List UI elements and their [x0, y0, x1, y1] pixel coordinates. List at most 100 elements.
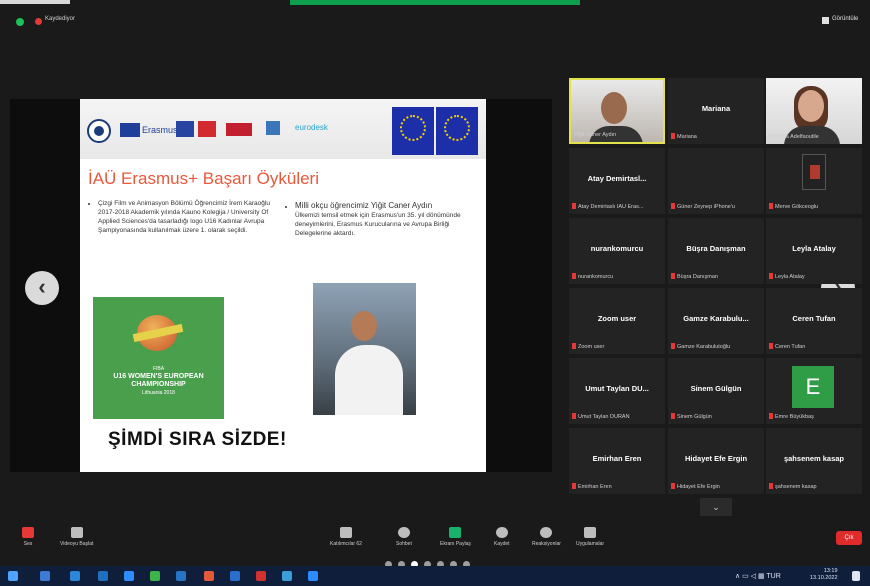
participant-tile[interactable]: Gamze Karabulu... Gamze Karabulutoğlu	[668, 288, 764, 354]
grid-view-icon[interactable]	[822, 17, 829, 24]
clock[interactable]: 13:19 13.10.2022	[810, 568, 838, 582]
participant-tile[interactable]: Mariana Adelfaoutile	[766, 78, 862, 144]
taskbar-app-icon[interactable]	[204, 571, 214, 581]
record-button[interactable]: Kaydet	[494, 527, 510, 547]
partner-logo-blue	[176, 121, 194, 137]
participant-caption: Emirhan Eren	[572, 483, 612, 490]
apps-button[interactable]: Uygulamalar	[576, 527, 604, 547]
participants-button[interactable]: Katılımcılar 62	[330, 527, 362, 547]
participant-tile[interactable]: Ceren Tufan Ceren Tufan	[766, 288, 862, 354]
shield-icon[interactable]	[16, 18, 24, 26]
record-icon	[35, 18, 42, 25]
taskbar-app-icon[interactable]	[40, 571, 50, 581]
participant-tile[interactable]: Emirhan Eren Emirhan Eren	[569, 428, 665, 494]
taskbar-app-icon[interactable]	[98, 571, 108, 581]
share-screen-icon	[449, 527, 462, 538]
meeting-toolbar: Ses Videoyu Başlat Katılımcılar 62 Sohbe…	[0, 523, 870, 568]
participant-tile[interactable]: Mariana Mariana	[668, 78, 764, 144]
partner-logo-red-2	[226, 123, 252, 136]
participant-caption-text: Atay Demirtaslı IAU Eras...	[578, 204, 644, 210]
slide-slogan: ŞİMDİ SIRA SİZDE!	[108, 429, 287, 450]
participant-name: Zoom user	[597, 314, 637, 323]
avatar: E	[792, 366, 834, 408]
video-person-face	[798, 90, 824, 122]
taskbar-app-icon[interactable]	[282, 571, 292, 581]
taskbar-app-icon[interactable]	[150, 571, 160, 581]
mic-muted-icon	[769, 483, 773, 489]
participant-tile[interactable]: Güner Zeynep iPhone'u	[668, 148, 764, 214]
notification-icon[interactable]	[852, 571, 860, 581]
mute-label: Ses	[23, 541, 33, 547]
participants-count: 62	[356, 541, 362, 547]
screen-share-indicator[interactable]	[290, 0, 580, 5]
recording-label: Kaydediyor	[45, 16, 76, 22]
participant-caption-text: Gamze Karabulutoğlu	[677, 344, 731, 350]
mute-button[interactable]: Ses	[22, 527, 34, 547]
participant-tile[interactable]: Hidayet Efe Ergin Hidayet Efe Ergin	[668, 428, 764, 494]
participant-tile[interactable]: Sinem Gülgün Sinem Gülgün	[668, 358, 764, 424]
participant-tile[interactable]: Merve Gökceoglu	[766, 148, 862, 214]
taskbar-app-icon[interactable]	[70, 571, 80, 581]
fiba-line-2: U16 WOMEN'S EUROPEAN	[113, 373, 204, 380]
participant-tile[interactable]: nurankomurcu nurankomurcu	[569, 218, 665, 284]
taskbar-app-icon[interactable]	[176, 571, 186, 581]
apps-icon	[584, 527, 597, 538]
chat-label: Sohbet	[396, 541, 412, 547]
share-screen-button[interactable]: Ekranı Paylaş	[440, 527, 471, 547]
reactions-button[interactable]: Reaksiyonlar	[532, 527, 561, 547]
participant-name: Ceren Tufan	[792, 314, 836, 323]
student-photo	[313, 283, 416, 415]
zoom-taskbar-icon[interactable]	[308, 571, 318, 581]
apps-label: Uygulamalar	[576, 541, 605, 547]
chevron-down-icon[interactable]: ⌄	[700, 498, 732, 516]
participant-name: Büşra Danışman	[686, 244, 746, 253]
mic-muted-icon	[572, 413, 576, 419]
windows-taskbar: ∧ ▭ ◁ ▦ TUR 13:19 13.10.2022	[0, 566, 870, 586]
taskbar-app-icon[interactable]	[230, 571, 240, 581]
mic-muted-icon	[769, 343, 773, 349]
system-tray[interactable]: ∧ ▭ ◁ ▦ TUR	[735, 572, 781, 580]
eurodesk-logo-text: eurodesk	[295, 123, 328, 132]
video-label: Videoyu Başlat	[60, 541, 94, 547]
zoom-meeting-window: Kaydediyor Görüntüle Erasmus+ eurodesk İ…	[0, 0, 870, 586]
participant-name: Umut Taylan DU...	[585, 384, 649, 393]
participant-tile[interactable]: Zoom user Zoom user	[569, 288, 665, 354]
participant-caption: nurankomurcu	[572, 273, 613, 280]
participants-label: Katılımcılar	[330, 541, 356, 547]
leave-button[interactable]: Çık	[836, 531, 862, 545]
previous-page-button[interactable]: ‹	[25, 271, 59, 305]
taskbar-app-icon[interactable]	[256, 571, 266, 581]
mic-muted-icon	[572, 273, 576, 279]
mic-muted-icon	[671, 483, 675, 489]
participant-caption: Merve Gökceoglu	[769, 203, 818, 210]
participant-tile[interactable]: şahsenem kasap şahsenem kasap	[766, 428, 862, 494]
clock-time: 13:19	[823, 568, 838, 574]
logo-bar: Erasmus+ eurodesk	[80, 99, 486, 159]
start-video-button[interactable]: Videoyu Başlat	[60, 527, 93, 547]
windows-start-icon[interactable]	[8, 571, 18, 581]
participant-tile[interactable]: Leyla Atalay Leyla Atalay	[766, 218, 862, 284]
slide-column-2: Milli okçu öğrencimiz Yiğit Caner Aydın …	[285, 201, 475, 238]
top-left-strip	[0, 0, 70, 4]
chat-button[interactable]: Sohbet	[396, 527, 412, 547]
participant-caption: Ceren Tufan	[769, 343, 805, 350]
reactions-label: Reaksiyonlar	[532, 541, 561, 547]
view-button[interactable]: Görüntüle	[832, 16, 858, 22]
fiba-championship-logo: FIBA U16 WOMEN'S EUROPEAN CHAMPIONSHIP L…	[93, 297, 224, 419]
chat-icon	[397, 527, 410, 538]
participant-tile[interactable]: Umut Taylan DU... Umut Taylan DURAN	[569, 358, 665, 424]
participants-icon	[339, 527, 352, 538]
slide-bullet-2: Milli okçu öğrencimiz Yiğit Caner Aydın …	[295, 201, 475, 238]
participant-caption-text: nurankomurcu	[578, 274, 614, 280]
participant-caption-text: Merve Gökceoglu	[775, 204, 819, 210]
mic-muted-icon	[572, 203, 576, 209]
participant-tile[interactable]: Atay Demirtasl... Atay Demirtaslı IAU Er…	[569, 148, 665, 214]
taskbar-app-icon[interactable]	[124, 571, 134, 581]
participant-tile[interactable]: Yiğit Caner Aydın	[569, 78, 665, 144]
mic-muted-icon	[572, 483, 576, 489]
participant-tile[interactable]: Büşra Danışman Büşra Danışman	[668, 218, 764, 284]
participant-tile[interactable]: E Emre Büyükbaş	[766, 358, 862, 424]
mic-muted-icon	[671, 273, 675, 279]
record-label: Kaydet	[494, 541, 510, 547]
slide-bullet-2-lead: Milli okçu öğrencimiz Yiğit Caner Aydın	[295, 201, 433, 210]
